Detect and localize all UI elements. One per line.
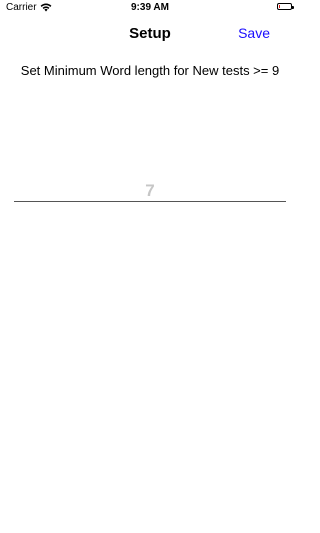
instruction-label: Set Minimum Word length for New tests >=… (20, 63, 280, 78)
battery-level (279, 5, 280, 8)
status-bar: Carrier 9:39 AM (0, 0, 300, 14)
navigation-bar: Setup Save (0, 14, 300, 52)
min-word-length-input[interactable] (14, 180, 286, 202)
save-button[interactable]: Save (238, 25, 270, 41)
status-time: 9:39 AM (131, 2, 169, 13)
battery-nub (292, 5, 294, 9)
battery-icon (277, 3, 294, 10)
